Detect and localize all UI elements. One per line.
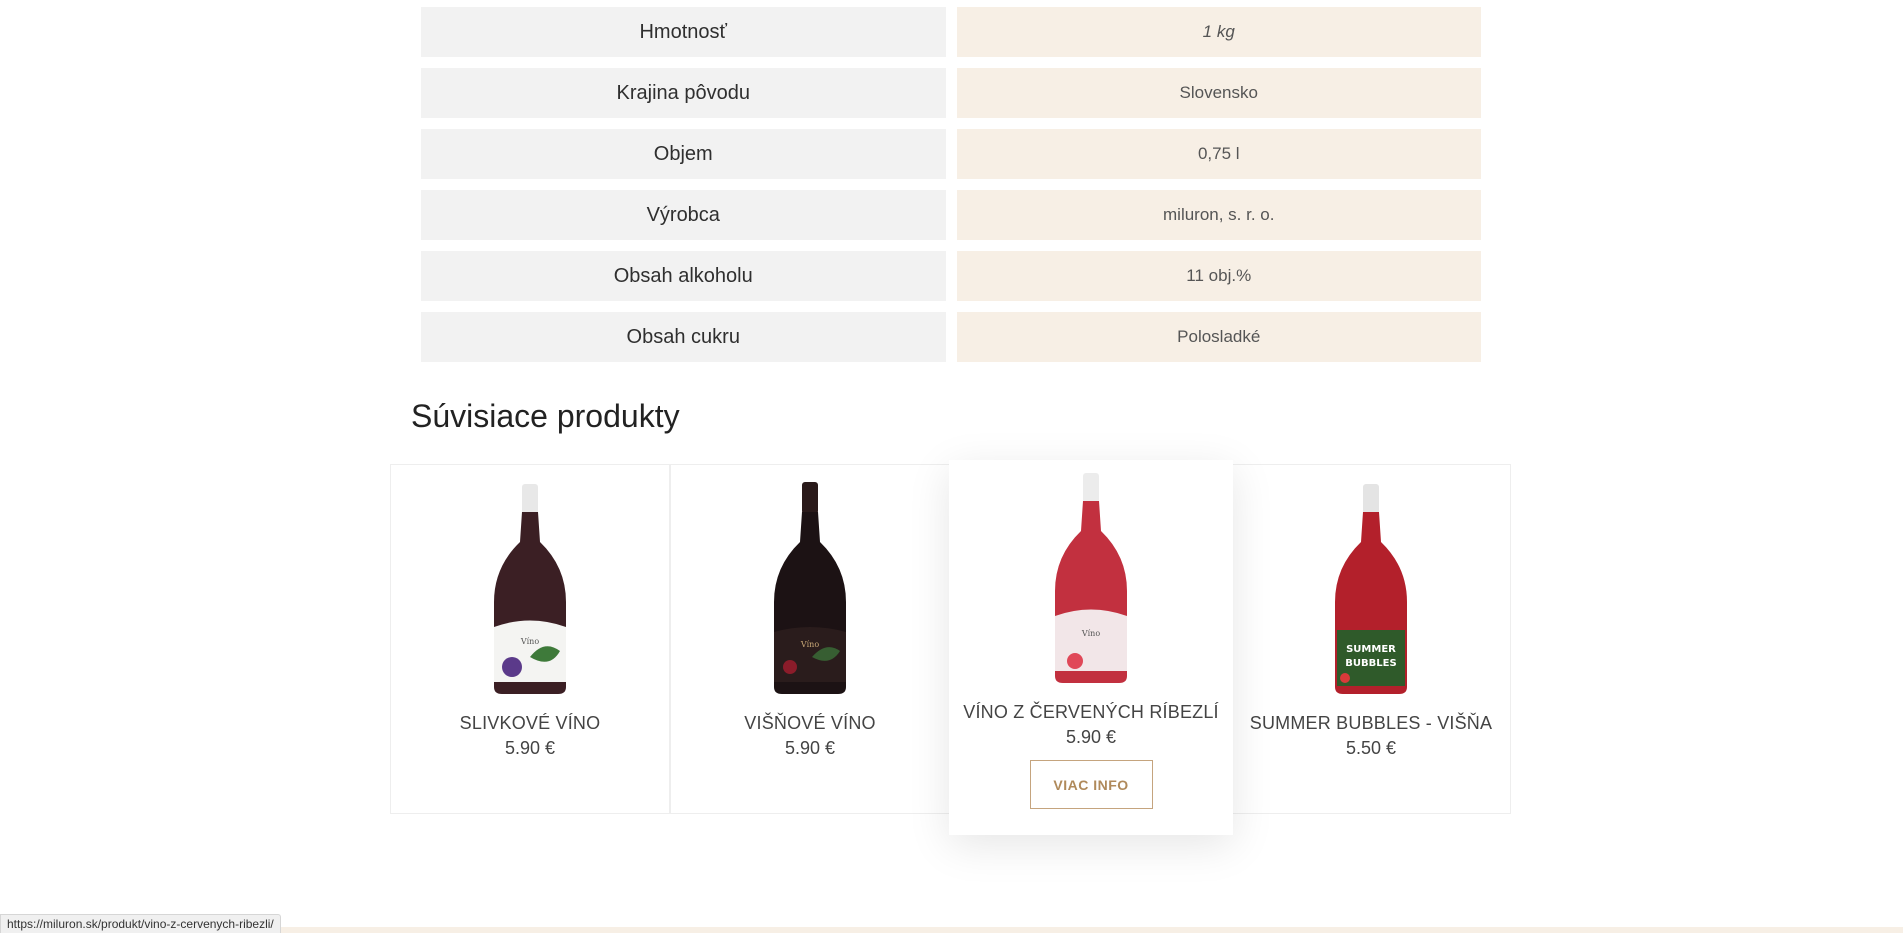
spec-label: Obsah cukru — [421, 312, 946, 362]
spec-row-manufacturer: Výrobca miluron, s. r. o. — [421, 190, 1481, 240]
related-products-list: Víno SLIVKOVÉ VÍNO 5.90 € Víno VIŠŇOVÉ V… — [390, 460, 1511, 835]
spec-value: miluron, s. r. o. — [956, 190, 1481, 240]
product-name[interactable]: VIŠŇOVÉ VÍNO — [744, 713, 875, 734]
product-price: 5.90 € — [784, 738, 836, 758]
product-name[interactable]: VÍNO Z ČERVENÝCH RÍBEZLÍ — [963, 702, 1219, 723]
spec-label: Objem — [421, 129, 946, 179]
spec-row-sugar: Obsah cukru Polosladké — [421, 312, 1481, 362]
wine-bottle-image: Víno — [774, 482, 846, 694]
svg-text:BUBBLES: BUBBLES — [1345, 658, 1396, 669]
svg-text:Víno: Víno — [1081, 629, 1100, 638]
browser-status-url: https://miluron.sk/produkt/vino-z-cerven… — [0, 914, 281, 933]
more-info-button[interactable]: VIAC INFO — [1029, 760, 1153, 809]
spec-row-weight: Hmotnosť 1 kg — [421, 7, 1481, 57]
product-image[interactable]: Víno — [1031, 472, 1151, 692]
svg-text:Víno: Víno — [520, 637, 539, 646]
wine-bottle-image: Víno — [1055, 473, 1127, 683]
spec-label: Krajina pôvodu — [421, 68, 946, 118]
spec-row-alcohol: Obsah alkoholu 11 obj.% — [421, 251, 1481, 301]
spec-row-volume: Objem 0,75 l — [421, 129, 1481, 179]
product-name[interactable]: SLIVKOVÉ VÍNO — [460, 713, 601, 734]
page-bottom-strip — [0, 927, 1903, 933]
spec-value: Polosladké — [956, 312, 1481, 362]
product-image[interactable]: SUMMER BUBBLES — [1311, 483, 1431, 703]
product-price: 5.50 € — [1345, 738, 1397, 758]
product-card[interactable]: Víno SLIVKOVÉ VÍNO 5.90 € — [390, 464, 670, 814]
product-image[interactable]: Víno — [470, 483, 590, 703]
product-image[interactable]: Víno — [750, 482, 870, 703]
svg-text:SUMMER: SUMMER — [1346, 644, 1396, 655]
spec-value: 1 kg — [956, 7, 1481, 57]
spec-label: Hmotnosť — [421, 7, 946, 57]
spec-row-origin: Krajina pôvodu Slovensko — [421, 68, 1481, 118]
svg-text:Víno: Víno — [800, 640, 819, 649]
product-name[interactable]: SUMMER BUBBLES - VIŠŇA — [1250, 713, 1492, 734]
related-products-heading: Súvisiace produkty — [411, 398, 680, 434]
product-price: 5.90 € — [504, 738, 556, 758]
wine-bottle-image: SUMMER BUBBLES — [1335, 484, 1407, 694]
spec-value: 0,75 l — [956, 129, 1481, 179]
product-card[interactable]: Víno VIŠŇOVÉ VÍNO 5.90 € — [670, 464, 950, 814]
product-card[interactable]: SUMMER BUBBLES SUMMER BUBBLES - VIŠŇA 5.… — [1231, 464, 1511, 814]
product-price: 5.90 € — [1065, 727, 1117, 747]
product-card-hovered[interactable]: Víno VÍNO Z ČERVENÝCH RÍBEZLÍ 5.90 € VIA… — [949, 460, 1233, 835]
spec-label: Obsah alkoholu — [421, 251, 946, 301]
wine-bottle-image: Víno — [494, 484, 566, 694]
spec-label: Výrobca — [421, 190, 946, 240]
product-specs-table: Hmotnosť 1 kg Krajina pôvodu Slovensko O… — [421, 7, 1481, 373]
spec-value: Slovensko — [956, 68, 1481, 118]
spec-value: 11 obj.% — [956, 251, 1481, 301]
